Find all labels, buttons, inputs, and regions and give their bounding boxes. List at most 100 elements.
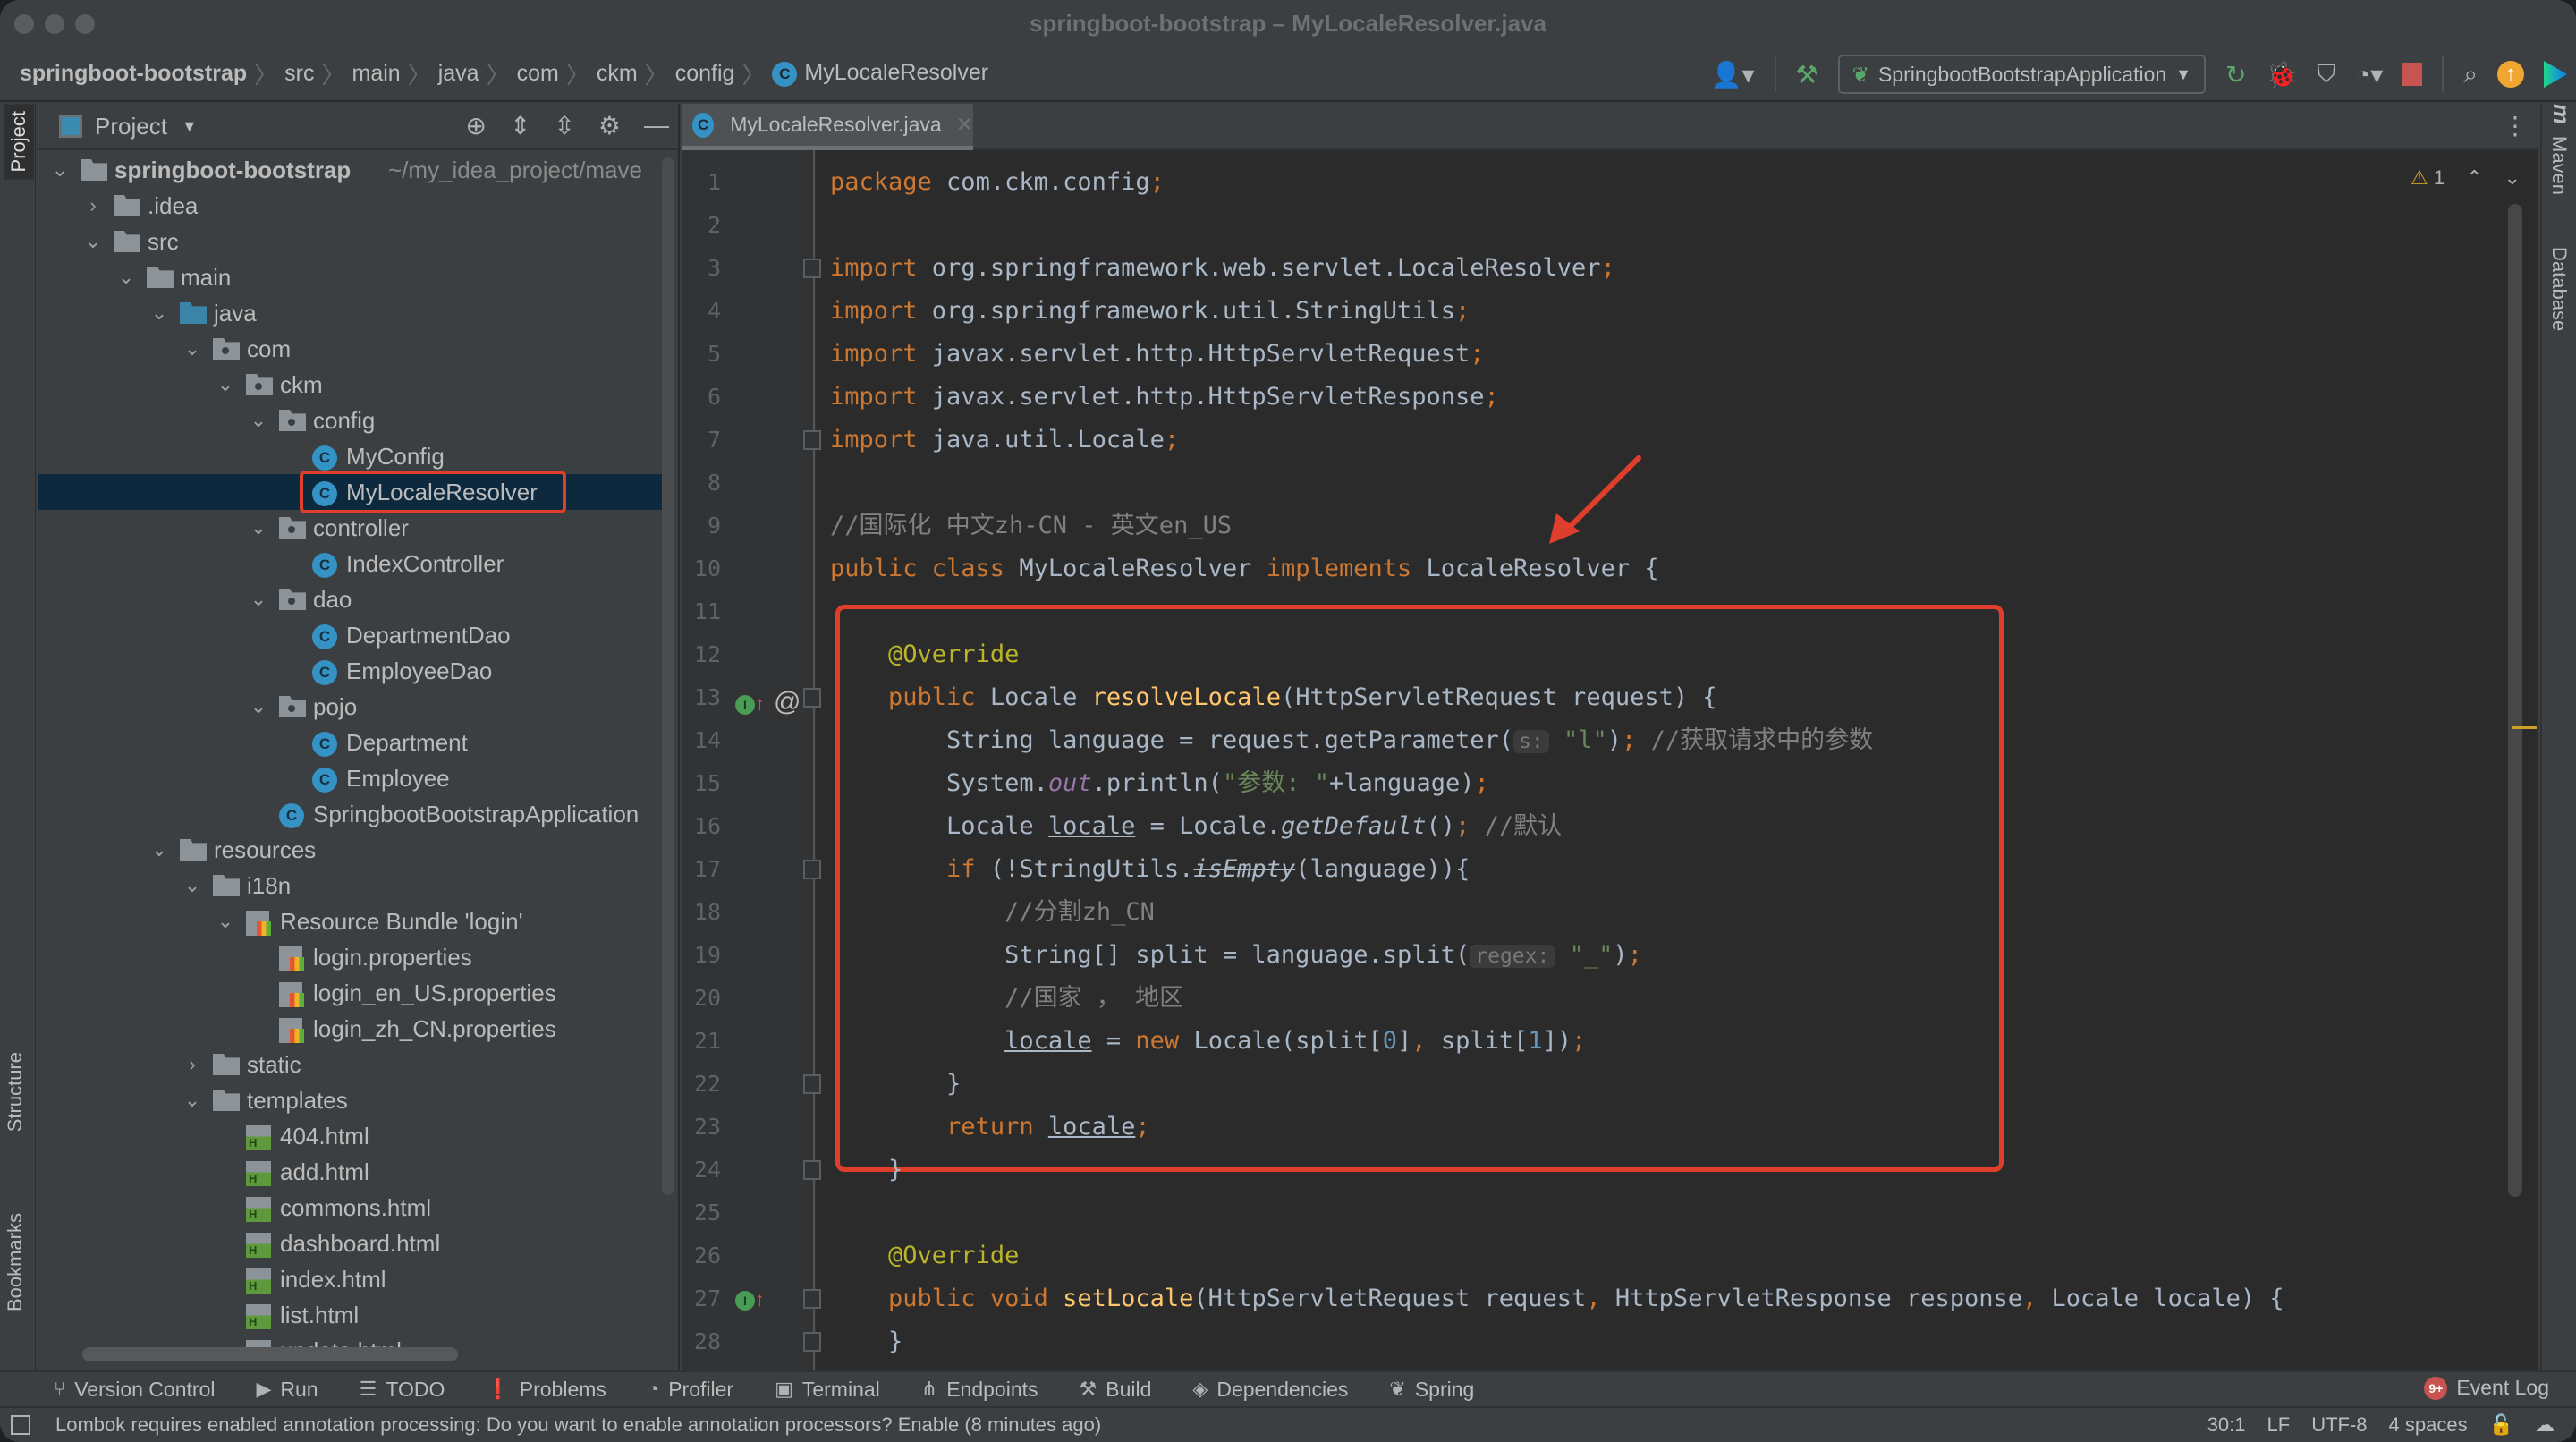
coverage-icon[interactable]: ⛉ [2317, 60, 2335, 89]
code-line[interactable]: 3 import org.springframework.web.servlet.… [682, 247, 2538, 290]
line-separator[interactable]: LF [2267, 1408, 2291, 1442]
chevron-down-icon[interactable]: ⌄ [113, 259, 140, 295]
chevron-down-icon[interactable]: ▼ [182, 117, 198, 136]
more-options-icon[interactable]: ⋮ [2503, 111, 2528, 140]
chevron-down-icon[interactable]: ⌄ [212, 367, 239, 403]
lock-icon[interactable]: 🔓 [2489, 1408, 2513, 1442]
tree-item[interactable]: login_en_US.properties [38, 975, 664, 1011]
collapse-all-icon[interactable]: ⇳ [554, 111, 574, 140]
code-line[interactable]: 19 String[] split = language.split(regex… [682, 934, 2538, 977]
breadcrumb-item[interactable]: src [277, 61, 321, 87]
tree-item[interactable]: Hindex.html [38, 1261, 664, 1297]
tree-horizontal-scrollbar[interactable] [82, 1347, 458, 1361]
tree-item[interactable]: › static [38, 1047, 664, 1082]
close-window-button[interactable] [14, 14, 34, 34]
toggle-tool-windows-icon[interactable] [11, 1415, 30, 1435]
breadcrumb-item[interactable]: ckm [589, 61, 645, 87]
fold-toggle-icon[interactable] [803, 1289, 821, 1309]
tool-window-button-endpoints[interactable]: ⋔ Endpoints [921, 1378, 1038, 1402]
tree-item[interactable]: ⌄ com [38, 331, 664, 367]
structure-tool-button[interactable]: Structure [4, 1052, 27, 1132]
code-line[interactable]: 27 I ↑ public void setLocale(HttpServletRe… [682, 1277, 2538, 1320]
tree-item[interactable]: ⌄ main [38, 259, 664, 295]
tree-item[interactable]: C MyLocaleResolver [38, 471, 664, 513]
toolbox-icon[interactable] [2544, 61, 2567, 88]
tree-item[interactable]: ⌄ config [38, 403, 664, 438]
code-line[interactable]: 25 [682, 1192, 2538, 1234]
hide-panel-icon[interactable]: — [644, 111, 669, 140]
chevron-down-icon[interactable]: ⌄ [245, 510, 272, 546]
code-line[interactable]: 13 I ↑ @ public Locale resolveLocale(HttpSe… [682, 676, 2538, 719]
tree-item[interactable]: ⌄ dao [38, 581, 664, 617]
fold-toggle-icon[interactable] [803, 1160, 821, 1180]
maven-tool-button[interactable]: Maven [2547, 136, 2571, 195]
chevron-right-icon[interactable]: › [179, 1047, 206, 1082]
fold-toggle-icon[interactable] [803, 860, 821, 879]
chevron-down-icon[interactable]: ⌄ [80, 224, 106, 259]
stop-icon[interactable] [2402, 63, 2423, 86]
tree-item[interactable]: C DepartmentDao [38, 617, 664, 653]
fold-toggle-icon[interactable] [803, 1332, 821, 1352]
tool-window-button-profiler[interactable]: ◔ Profiler [648, 1378, 733, 1402]
user-icon[interactable]: 👤▾ [1711, 60, 1755, 89]
tree-item[interactable]: ⌄ java [38, 295, 664, 331]
fold-toggle-icon[interactable] [803, 259, 821, 278]
tree-item[interactable]: login.properties [38, 939, 664, 975]
code-line[interactable]: 9 //国际化 中文zh-CN - 英文en_US [682, 505, 2538, 547]
code-line[interactable]: 10 public class MyLocaleResolver implemen… [682, 547, 2538, 590]
chevron-down-icon[interactable]: ⌄ [179, 1082, 206, 1118]
tree-root[interactable]: ⌄ springboot-bootstrap ~/my_idea_project… [38, 152, 664, 188]
chevron-down-icon[interactable]: ⌄ [212, 903, 239, 939]
tree-item[interactable]: Hcommons.html [38, 1190, 664, 1226]
chevron-down-icon[interactable]: ⌄ [245, 403, 272, 438]
database-tool-button[interactable]: Database [2547, 247, 2571, 331]
chevron-down-icon[interactable]: ⌄ [146, 832, 173, 868]
tree-item[interactable]: ⌄ i18n [38, 868, 664, 903]
tree-item[interactable]: ⌄ ckm [38, 367, 664, 403]
build-hammer-icon[interactable]: ⚒ [1796, 60, 1818, 89]
debug-icon[interactable]: 🐞 [2266, 60, 2297, 89]
tool-window-button-build[interactable]: ⚒ Build [1080, 1378, 1152, 1402]
gear-icon[interactable]: ⚙ [598, 111, 621, 140]
tree-item[interactable]: ⌄ src [38, 224, 664, 259]
update-icon[interactable]: ↑ [2497, 61, 2524, 88]
tree-item[interactable]: ⌄ controller [38, 510, 664, 546]
code-line[interactable]: 28 } [682, 1320, 2538, 1363]
request-mapping-icon[interactable]: @ [774, 687, 801, 717]
minimize-window-button[interactable] [45, 14, 64, 34]
breadcrumb-item[interactable]: config [668, 61, 742, 87]
chevron-down-icon[interactable]: ⌄ [245, 581, 272, 617]
tree-item[interactable]: ⌄ Resource Bundle 'login' [38, 903, 664, 939]
chevron-down-icon[interactable]: ⌄ [47, 152, 73, 188]
code-line[interactable]: 5 import javax.servlet.http.HttpServletRe… [682, 333, 2538, 376]
go-to-super-icon[interactable]: ↑ [755, 1288, 765, 1311]
breadcrumb-item[interactable]: springboot-bootstrap [20, 61, 254, 87]
rerun-icon[interactable]: ↻ [2225, 60, 2246, 89]
breadcrumb-item[interactable]: java [431, 61, 487, 87]
search-icon[interactable]: ⌕ [2463, 60, 2478, 89]
tree-item[interactable]: Hlist.html [38, 1297, 664, 1333]
tool-window-button-run[interactable]: ▶ Run [256, 1378, 318, 1402]
tool-window-button-dependencies[interactable]: ◈ Dependencies [1192, 1378, 1348, 1402]
implements-method-icon[interactable]: I [735, 695, 755, 716]
tool-window-button-spring[interactable]: ❦ Spring [1389, 1378, 1474, 1402]
chevron-down-icon[interactable]: ⌄ [146, 295, 173, 331]
code-line[interactable]: 16 Locale locale = Locale.getDefault(); … [682, 805, 2538, 848]
code-line[interactable]: 8 [682, 462, 2538, 505]
breadcrumb-item[interactable]: main [345, 61, 408, 87]
code-line[interactable]: 17 if (!StringUtils.isEmpty(language)){ [682, 848, 2538, 891]
tree-vertical-scrollbar[interactable] [662, 157, 674, 1195]
tree-item[interactable]: ⌄ templates [38, 1082, 664, 1118]
tree-item[interactable]: login_zh_CN.properties [38, 1011, 664, 1047]
code-line[interactable]: 22 } [682, 1063, 2538, 1106]
tab-mylocaleresolver[interactable]: C MyLocaleResolver.java ✕ [682, 104, 973, 150]
code-line[interactable]: 23 return locale; [682, 1106, 2538, 1149]
run-configuration-select[interactable]: ❦ SpringbootBootstrapApplication ▼ [1837, 55, 2206, 94]
tree-item[interactable]: Hadd.html [38, 1154, 664, 1190]
tool-window-button-problems[interactable]: ❗ Problems [486, 1378, 606, 1402]
chevron-down-icon[interactable]: ⌄ [245, 689, 272, 725]
tree-item[interactable]: ⌄ resources [38, 832, 664, 868]
code-line[interactable]: 21 locale = new Locale(split[0], split[1… [682, 1020, 2538, 1063]
tool-window-button-terminal[interactable]: ▣ Terminal [775, 1378, 880, 1402]
file-encoding[interactable]: UTF-8 [2311, 1408, 2367, 1442]
